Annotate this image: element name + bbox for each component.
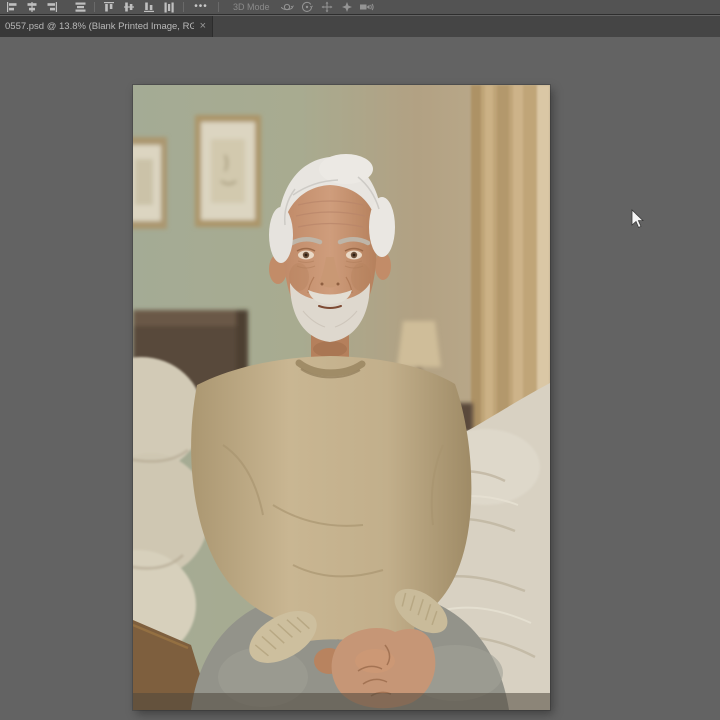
align-vertical-centers-icon[interactable] xyxy=(119,0,139,14)
document-tab[interactable]: 0557.psd @ 13.8% (Blank Printed Image, R… xyxy=(0,16,213,37)
distribute-vertically-icon[interactable] xyxy=(159,0,179,14)
canvas-area[interactable] xyxy=(0,37,720,720)
align-right-edges-icon[interactable] xyxy=(42,0,62,14)
pan-3d-icon[interactable] xyxy=(317,0,337,14)
photo-bottom-shadow xyxy=(133,693,550,710)
document-tab-bar: 0557.psd @ 13.8% (Blank Printed Image, R… xyxy=(0,16,720,37)
align-left-edges-icon[interactable] xyxy=(2,0,22,14)
orbit-3d-icon[interactable] xyxy=(277,0,297,14)
distribute-horizontally-icon[interactable] xyxy=(70,0,90,14)
divider xyxy=(94,2,95,12)
align-horizontal-centers-icon[interactable] xyxy=(22,0,42,14)
photo-illustration xyxy=(133,85,550,710)
3d-mode-label: 3D Mode xyxy=(233,2,270,12)
zoom-3d-camera-icon[interactable] xyxy=(357,0,377,14)
options-bar: ••• 3D Mode xyxy=(0,0,720,15)
slide-3d-icon[interactable] xyxy=(337,0,357,14)
document-tab-title: 0557.psd @ 13.8% (Blank Printed Image, R… xyxy=(5,21,194,32)
divider xyxy=(183,2,184,12)
align-bottom-edges-icon[interactable] xyxy=(139,0,159,14)
roll-3d-icon[interactable] xyxy=(297,0,317,14)
photo-canvas[interactable] xyxy=(133,85,550,710)
mouse-cursor-icon xyxy=(630,209,644,229)
divider xyxy=(218,2,219,12)
tab-close-icon[interactable]: × xyxy=(200,21,206,32)
align-top-edges-icon[interactable] xyxy=(99,0,119,14)
more-align-options-icon[interactable]: ••• xyxy=(188,0,214,14)
